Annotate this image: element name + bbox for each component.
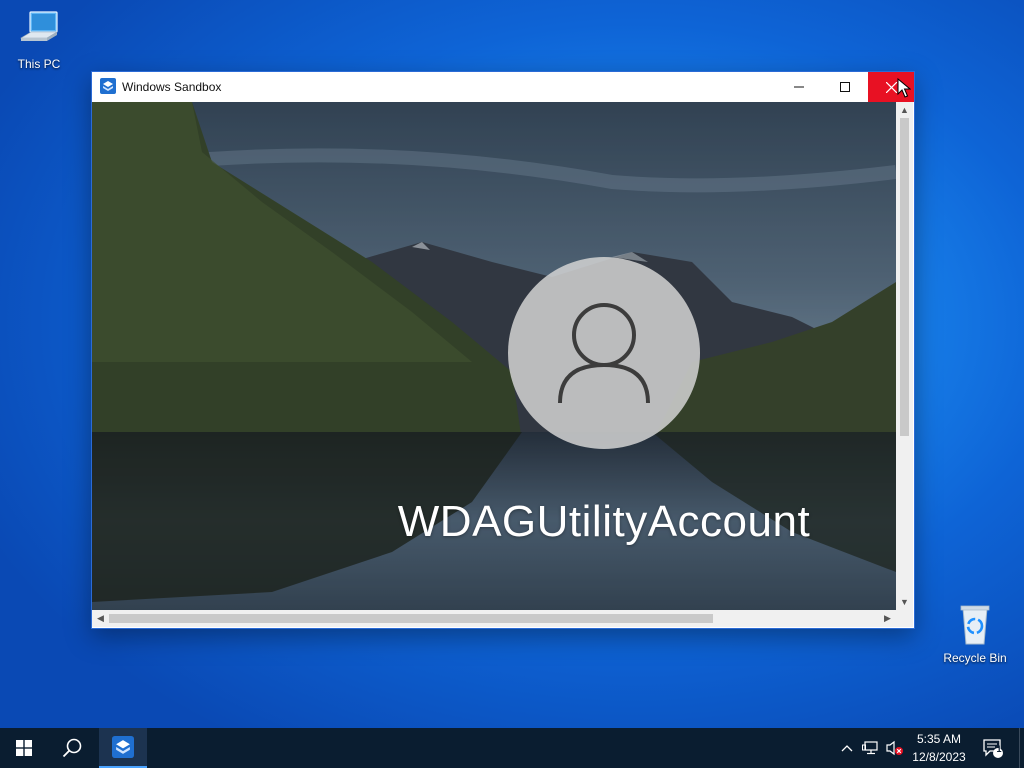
action-center-button[interactable]: 1 [976, 728, 1010, 768]
windows-sandbox-icon [112, 736, 134, 758]
maximize-button[interactable] [822, 72, 868, 102]
minimize-button[interactable] [776, 72, 822, 102]
close-icon [885, 81, 897, 93]
scroll-up-icon[interactable]: ▲ [896, 102, 913, 118]
network-icon [862, 741, 878, 755]
scroll-right-icon[interactable]: ▶ [879, 610, 896, 627]
search-icon [62, 738, 82, 758]
sandbox-window[interactable]: Windows Sandbox WDAGUtilityAccount ▲ ▼ ◀… [91, 71, 915, 629]
minimize-icon [794, 86, 804, 88]
start-button[interactable] [0, 728, 48, 768]
lock-screen-username: WDAGUtilityAccount [397, 497, 811, 546]
notification-count: 1 [996, 744, 1002, 754]
network-button[interactable] [860, 728, 882, 768]
desktop-icon-recycle-bin[interactable]: Recycle Bin [937, 602, 1013, 665]
horizontal-scrollbar[interactable]: ◀ ▶ [92, 610, 896, 627]
vertical-scroll-thumb[interactable] [900, 118, 909, 436]
show-desktop-button[interactable] [1019, 728, 1024, 768]
taskbar-clock[interactable]: 5:35 AM 12/8/2023 [904, 730, 974, 766]
windows-sandbox-icon [100, 78, 116, 94]
search-button[interactable] [48, 728, 96, 768]
mouse-cursor-icon [897, 78, 911, 98]
user-avatar-icon [558, 303, 650, 404]
tray-overflow-button[interactable] [838, 728, 856, 768]
computer-icon [19, 11, 59, 41]
window-title: Windows Sandbox [122, 80, 222, 94]
sandbox-display[interactable]: WDAGUtilityAccount [92, 102, 896, 610]
window-titlebar[interactable]: Windows Sandbox [92, 72, 914, 102]
scroll-down-icon[interactable]: ▼ [896, 594, 913, 610]
desktop-icon-label: This PC [17, 57, 61, 71]
recycle-bin-icon [960, 605, 990, 645]
volume-button[interactable] [884, 728, 906, 768]
maximize-icon [840, 82, 850, 92]
taskbar: 5:35 AM 12/8/2023 1 [0, 728, 1024, 768]
desktop-icon-label: Recycle Bin [943, 651, 1007, 665]
vertical-scrollbar[interactable]: ▲ ▼ [896, 102, 913, 610]
chevron-up-icon [841, 745, 853, 752]
clock-time: 5:35 AM [916, 732, 962, 746]
desktop-icon-this-pc[interactable]: This PC [1, 8, 77, 71]
horizontal-scroll-thumb[interactable] [109, 614, 713, 623]
volume-muted-icon [886, 740, 903, 756]
scroll-left-icon[interactable]: ◀ [92, 610, 109, 627]
taskbar-item-windows-sandbox[interactable] [99, 728, 147, 768]
user-avatar [508, 257, 700, 449]
scrollbar-corner [896, 610, 913, 627]
windows-start-icon [16, 740, 32, 756]
clock-date: 12/8/2023 [912, 750, 966, 764]
